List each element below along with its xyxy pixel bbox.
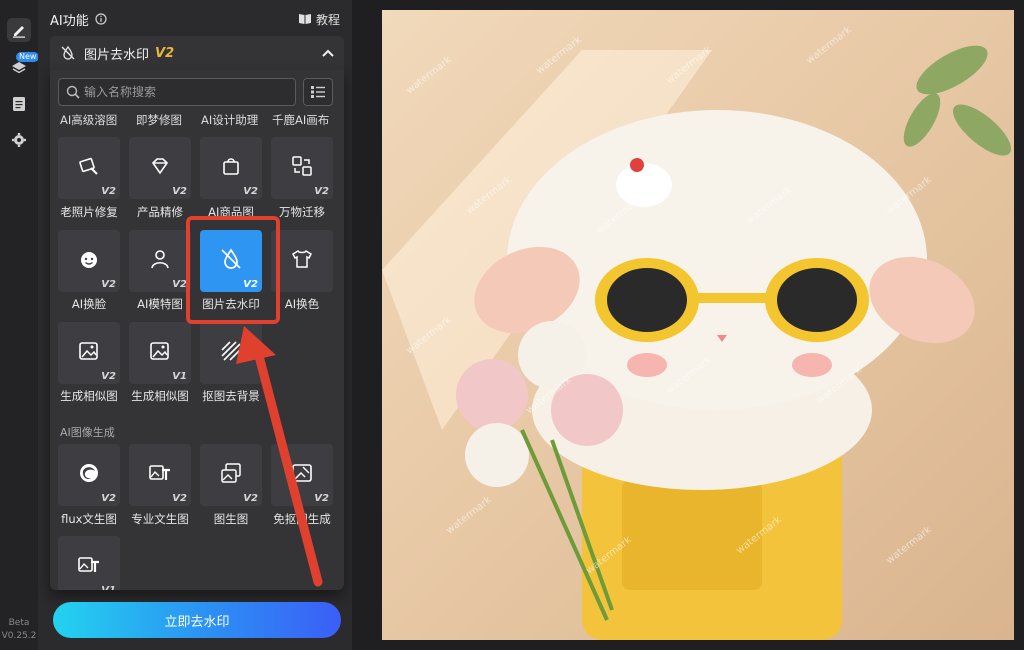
no-cutout-icon — [292, 464, 312, 482]
model-person-icon — [151, 250, 169, 269]
similar-image-icon — [79, 342, 98, 360]
tool-icon-bar: New Beta V0.25.2 — [0, 0, 40, 650]
tool-picker-dropdown: AI高级溶图 即梦修图 AI设计助理 千鹿AI画布 V2 V2 V2 V2 老照… — [50, 70, 344, 590]
version-badge: V2 — [243, 493, 258, 504]
tool-tile-flux[interactable]: V2 — [58, 444, 120, 506]
tool-tile-old-photo[interactable]: V2 — [58, 137, 120, 199]
partial-tool-row: AI高级溶图 即梦修图 AI设计助理 千鹿AI画布 — [50, 112, 344, 128]
version-badge: V2 — [314, 493, 329, 504]
version-badge: V2 — [101, 493, 116, 504]
tool-label[interactable]: 即梦修图 — [136, 112, 182, 128]
list-view-icon — [311, 86, 325, 98]
version-badge: V2 — [172, 186, 187, 197]
tool-tile-product-image[interactable]: V2 — [200, 137, 262, 199]
search-icon — [66, 85, 80, 99]
face-swap-icon — [81, 252, 97, 268]
current-tool-name: 图片去水印 — [84, 47, 150, 63]
tool-tile-similar-v1[interactable]: V1 — [129, 322, 191, 384]
version-badge: V2 — [172, 493, 187, 504]
tile-label: flux文生图 — [61, 512, 117, 526]
tile-label: AI换脸 — [71, 297, 107, 311]
diamond-sparkle-icon — [151, 158, 169, 175]
tile-label: 专业文生图 — [131, 512, 189, 526]
new-badge: New — [16, 52, 40, 62]
tool-tile-recolor[interactable] — [271, 230, 333, 292]
document-icon[interactable] — [7, 92, 31, 116]
tool-tile-similar-v2[interactable]: V2 — [58, 322, 120, 384]
book-icon — [298, 14, 311, 24]
version-badge: V2 — [314, 186, 329, 197]
version-badge: V1 — [101, 585, 116, 590]
watermark-remove-icon — [61, 45, 75, 60]
view-toggle-button[interactable] — [303, 78, 333, 106]
image-to-image-icon — [221, 463, 241, 483]
canvas-area: watermark watermark watermark watermark … — [352, 0, 1024, 650]
image-transfer-icon — [292, 156, 312, 176]
tool-tile-img2img[interactable]: V2 — [200, 444, 262, 506]
flux-swirl-icon — [80, 464, 98, 482]
tool-label[interactable]: AI设计助理 — [201, 112, 258, 128]
tutorial-link[interactable]: 教程 — [298, 11, 340, 28]
version-badge: V2 — [101, 371, 116, 382]
text-to-image-icon — [149, 465, 170, 480]
version-badge: V2 — [243, 186, 258, 197]
edit-pen-icon[interactable] — [7, 18, 31, 42]
version-badge: V1 — [172, 371, 187, 382]
panel-title: AI功能 — [50, 13, 89, 29]
photo-restore-icon — [79, 157, 98, 175]
search-box[interactable] — [58, 78, 296, 106]
tool-tile-cutout[interactable] — [200, 322, 262, 384]
version-badge: V2 — [172, 279, 187, 290]
current-tool-version: V2 — [155, 45, 175, 61]
version-badge: V2 — [101, 186, 116, 197]
tshirt-color-icon — [292, 249, 312, 268]
tile-label: 生成相似图 — [131, 389, 189, 403]
tutorial-label: 教程 — [315, 12, 340, 27]
tool-label[interactable]: AI高级溶图 — [60, 112, 117, 128]
tool-tile-pro-text2img[interactable]: V2 — [129, 444, 191, 506]
chevron-up-icon[interactable] — [322, 49, 334, 57]
version-badge: V2 — [101, 279, 116, 290]
tool-tile-transfer[interactable]: V2 — [271, 137, 333, 199]
highlight-box — [186, 216, 280, 324]
tool-tile-model[interactable]: V2 — [129, 230, 191, 292]
version-beta: Beta — [8, 618, 30, 628]
tool-tile-text2img-v1[interactable]: V1 — [58, 536, 120, 590]
tile-label: 图生图 — [213, 512, 249, 526]
shopping-bag-icon — [223, 158, 239, 175]
tile-label: 免抠图生成 — [273, 512, 331, 526]
search-input[interactable] — [80, 84, 286, 100]
current-tool-header[interactable]: 图片去水印 V2 — [50, 36, 344, 70]
tool-tile-face-swap[interactable]: V2 — [58, 230, 120, 292]
tool-tile-no-cutout[interactable]: V2 — [271, 444, 333, 506]
version-number: V0.25.2 — [1, 631, 37, 641]
text-to-image-icon — [78, 557, 99, 572]
tool-label[interactable]: 千鹿AI画布 — [272, 112, 329, 128]
tile-label: 老照片修复 — [60, 205, 118, 219]
tile-label: 抠图去背景 — [202, 389, 260, 403]
info-icon[interactable] — [95, 10, 107, 29]
panel-header: AI功能 教程 — [50, 8, 340, 30]
section-label-image-gen: AI图像生成 — [60, 426, 115, 439]
settings-gear-icon[interactable] — [7, 128, 31, 152]
remove-watermark-button[interactable]: 立即去水印 — [53, 602, 341, 638]
tile-label: 生成相似图 — [60, 389, 118, 403]
plush-lamb-illustration — [382, 45, 1012, 640]
preview-image[interactable]: watermark watermark watermark watermark … — [382, 10, 1014, 640]
cutout-icon — [221, 341, 241, 361]
tool-tile-product-refine[interactable]: V2 — [129, 137, 191, 199]
similar-image-icon — [150, 342, 169, 360]
